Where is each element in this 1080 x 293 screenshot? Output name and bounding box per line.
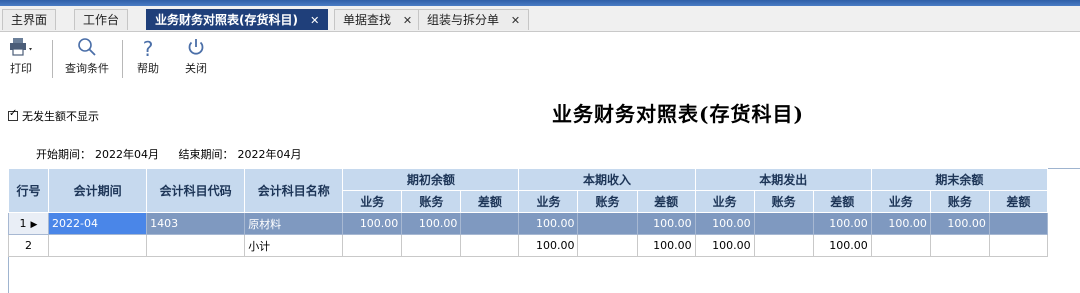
print-label: 打印 <box>10 62 32 75</box>
tab-workbench[interactable]: 工作台 <box>74 9 129 30</box>
header-closing-balance: 期末余额 <box>870 168 1049 191</box>
value-cell[interactable] <box>460 234 520 257</box>
value-cell[interactable] <box>753 212 814 235</box>
value-cell[interactable] <box>342 234 403 257</box>
value-cell[interactable]: 100.00 <box>518 234 579 257</box>
header-account-name: 会计科目名称 <box>244 168 344 213</box>
subheader-difference: 差额 <box>988 190 1049 213</box>
subheader-business: 业务 <box>694 190 755 213</box>
tab-business-finance-report[interactable]: 业务财务对照表(存货科目) ✕ <box>146 9 329 30</box>
close-label: 关闭 <box>185 62 207 75</box>
close-button[interactable]: 关闭 <box>178 36 214 80</box>
subheader-business: 业务 <box>518 190 579 213</box>
print-button[interactable]: 打印 <box>4 36 38 80</box>
row-number: 2 <box>25 239 33 252</box>
value-cell[interactable] <box>988 234 1049 257</box>
tab-workbench-label: 工作台 <box>83 13 120 27</box>
value-cell[interactable]: 100.00 <box>870 212 931 235</box>
row-number: 1 <box>19 217 27 230</box>
help-label: 帮助 <box>137 62 159 75</box>
toolbar: 打印 查询条件 ? 帮助 关闭 <box>0 32 1080 82</box>
account-code-cell[interactable]: 1403 <box>146 212 246 235</box>
subheader-business: 业务 <box>870 190 931 213</box>
tab-bar: 主界面 工作台 业务财务对照表(存货科目) ✕ 单据查找 ✕ 组装与拆分单 ✕ <box>0 6 1080 32</box>
value-cell[interactable]: 100.00 <box>929 212 990 235</box>
row-number-cell[interactable]: 1 ▶ <box>7 212 50 235</box>
subheader-business: 业务 <box>342 190 403 213</box>
value-cell[interactable] <box>577 212 638 235</box>
value-cell[interactable] <box>929 234 990 257</box>
hide-zero-checkbox[interactable] <box>8 108 18 121</box>
value-cell[interactable]: 100.00 <box>636 234 696 257</box>
header-opening-balance: 期初余额 <box>342 168 520 191</box>
toolbar-divider <box>122 40 123 78</box>
table-row[interactable]: 1 ▶ 2022-04 1403 原材料 100.00 100.00 100.00… <box>7 212 1049 235</box>
account-code-cell[interactable] <box>146 234 246 257</box>
header-row-no: 行号 <box>7 168 50 213</box>
tab-document-search-label: 单据查找 <box>343 13 392 27</box>
hide-zero-label: 无发生额不显示 <box>22 110 99 123</box>
account-name-cell[interactable]: 小计 <box>244 234 344 257</box>
row-number-cell[interactable]: 2 <box>7 234 50 257</box>
value-cell[interactable] <box>460 212 520 235</box>
tab-document-search[interactable]: 单据查找 ✕ <box>334 9 422 30</box>
period-cell[interactable] <box>48 234 148 257</box>
query-conditions-button[interactable]: 查询条件 <box>58 36 116 80</box>
header-accounting-period: 会计期间 <box>48 168 148 213</box>
subheader-difference: 差额 <box>812 190 872 213</box>
start-period-label: 开始期间： <box>36 148 91 161</box>
table-row[interactable]: 2 小计 100.00 100.00 100.00 100.00 <box>7 234 1049 257</box>
value-cell[interactable]: 100.00 <box>342 212 403 235</box>
end-period-value: 2022年04月 <box>237 148 302 161</box>
subheader-accounting: 账务 <box>753 190 814 213</box>
period-cell[interactable]: 2022-04 <box>48 212 148 235</box>
value-cell[interactable]: 100.00 <box>636 212 696 235</box>
close-icon[interactable]: ✕ <box>310 14 319 27</box>
toolbar-divider <box>52 40 53 78</box>
report-title: 业务财务对照表(存货科目) <box>552 102 804 126</box>
value-cell[interactable] <box>401 234 462 257</box>
tab-business-finance-report-label: 业务财务对照表(存货科目) <box>155 13 298 27</box>
query-conditions-label: 查询条件 <box>65 62 109 75</box>
subheader-difference: 差额 <box>636 190 696 213</box>
help-icon: ? <box>142 37 154 61</box>
hide-zero-option[interactable]: 无发生额不显示 <box>8 108 99 124</box>
header-account-code: 会计科目代码 <box>146 168 246 213</box>
search-icon <box>58 36 116 62</box>
subheader-difference: 差额 <box>460 190 520 213</box>
period-info: 开始期间： 2022年04月 结束期间： 2022年04月 <box>36 146 306 162</box>
printer-icon <box>4 36 38 62</box>
value-cell[interactable]: 100.00 <box>518 212 579 235</box>
tab-main[interactable]: 主界面 <box>2 9 57 30</box>
subheader-accounting: 账务 <box>401 190 462 213</box>
value-cell[interactable] <box>577 234 638 257</box>
tab-assembly-split-label: 组装与拆分单 <box>427 13 500 27</box>
value-cell[interactable] <box>753 234 814 257</box>
value-cell[interactable] <box>870 234 931 257</box>
value-cell[interactable]: 100.00 <box>401 212 462 235</box>
start-period-value: 2022年04月 <box>95 148 159 161</box>
subheader-accounting: 账务 <box>577 190 638 213</box>
tab-assembly-split[interactable]: 组装与拆分单 ✕ <box>418 9 530 30</box>
row-pointer-icon: ▶ <box>30 220 38 230</box>
value-cell[interactable]: 100.00 <box>812 234 872 257</box>
tab-main-label: 主界面 <box>11 13 48 27</box>
close-icon[interactable]: ✕ <box>511 14 520 27</box>
header-current-issues: 本期发出 <box>694 168 872 191</box>
value-cell[interactable]: 100.00 <box>812 212 872 235</box>
value-cell[interactable]: 100.00 <box>694 234 755 257</box>
subheader-accounting: 账务 <box>929 190 990 213</box>
power-icon <box>178 36 214 62</box>
account-name-cell[interactable]: 原材料 <box>244 212 344 235</box>
close-icon[interactable]: ✕ <box>403 14 412 27</box>
header-current-receipts: 本期收入 <box>518 168 696 191</box>
end-period-label: 结束期间： <box>178 148 234 161</box>
report-grid: 行号 会计期间 会计科目代码 会计科目名称 期初余额 本期收入 本期发出 期末余… <box>7 168 1049 257</box>
help-button[interactable]: ? 帮助 <box>130 36 166 80</box>
value-cell[interactable] <box>988 212 1049 235</box>
value-cell[interactable]: 100.00 <box>694 212 755 235</box>
